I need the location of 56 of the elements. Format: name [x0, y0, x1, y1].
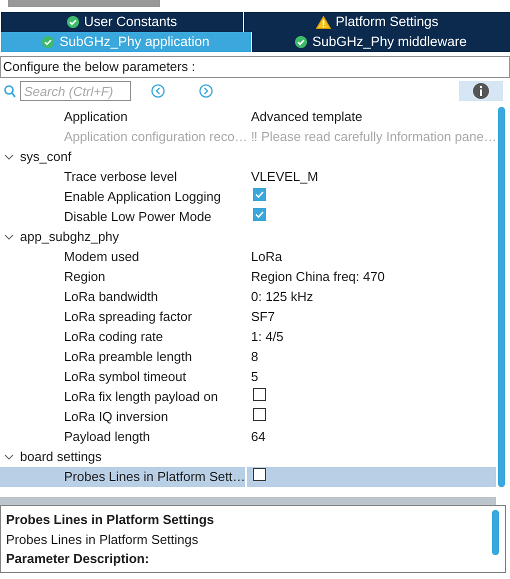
- parameter-label: Application configuration reco…: [64, 129, 248, 144]
- parameter-value[interactable]: 5: [251, 369, 258, 384]
- search-icon: [4, 84, 16, 98]
- parameter-value[interactable]: SF7: [251, 309, 275, 324]
- checkbox[interactable]: [253, 388, 266, 402]
- group-label[interactable]: board settings: [20, 447, 102, 467]
- parameter-value[interactable]: VLEVEL_M: [251, 169, 318, 184]
- chevron-icon[interactable]: [4, 153, 14, 161]
- check-circle-icon: [66, 16, 79, 28]
- parameter-value[interactable]: 0: 125 kHz: [251, 289, 314, 304]
- checkbox[interactable]: [253, 208, 266, 222]
- info-button[interactable]: [459, 81, 503, 101]
- parameter-value[interactable]: 8: [251, 349, 258, 364]
- checkbox[interactable]: [253, 468, 266, 482]
- parameter-value[interactable]: LoRa: [251, 249, 282, 264]
- parameter-label: LoRa fix length payload on: [64, 389, 218, 404]
- scrollbar[interactable]: [492, 510, 499, 555]
- info-icon: [473, 83, 489, 99]
- parameter-label: Application: [64, 109, 128, 124]
- parameter-label: LoRa coding rate: [64, 329, 164, 344]
- description-title: Probes Lines in Platform Settings: [6, 511, 216, 529]
- chevron-icon[interactable]: [4, 233, 14, 241]
- scrollbar[interactable]: [498, 107, 505, 487]
- next-icon[interactable]: [199, 84, 213, 98]
- parameter-label: Region: [64, 269, 106, 284]
- tab[interactable]: User Constants: [0, 12, 243, 32]
- parameter-label: Disable Low Power Mode: [64, 209, 212, 224]
- parameter-label: LoRa spreading factor: [64, 309, 192, 324]
- previous-icon[interactable]: [151, 84, 165, 98]
- checkbox[interactable]: [253, 188, 266, 202]
- description-heading: Parameter Description:: [6, 550, 150, 568]
- tab[interactable]: SubGHz_Phy middleware: [251, 32, 510, 52]
- parameter-value[interactable]: 64: [251, 429, 266, 444]
- parameter-label: LoRa preamble length: [64, 349, 192, 364]
- parameter-label: LoRa symbol timeout: [64, 369, 186, 384]
- parameter-label: Probes Lines in Platform Sett…: [64, 469, 246, 484]
- warning-icon: [316, 16, 331, 28]
- parameter-label: Enable Application Logging: [64, 189, 221, 204]
- checkbox[interactable]: [253, 408, 266, 422]
- chevron-icon[interactable]: [4, 453, 14, 461]
- description-text: Probes Lines in Platform Settings: [6, 530, 200, 549]
- parameter-label: LoRa bandwidth: [64, 289, 158, 304]
- check-circle-icon: [42, 36, 54, 48]
- parameter-label: Trace verbose level: [64, 169, 177, 184]
- group-label[interactable]: sys_conf: [20, 147, 72, 167]
- check-circle-icon: [295, 36, 308, 48]
- group-label[interactable]: app_subghz_phy: [20, 227, 120, 247]
- parameter-value[interactable]: Advanced template: [251, 109, 362, 124]
- parameter-label: Modem used: [64, 249, 140, 264]
- parameter-value[interactable]: Region China freq: 470: [251, 269, 385, 284]
- parameter-label: Payload length: [64, 429, 150, 444]
- search-field[interactable]: Search (Ctrl+F): [20, 81, 131, 101]
- parameter-label: LoRa IQ inversion: [64, 409, 168, 424]
- parameter-value[interactable]: 1: 4/5: [251, 329, 284, 344]
- tab[interactable]: Platform Settings: [243, 12, 510, 32]
- configure-label: Configure the below parameters :: [0, 56, 510, 78]
